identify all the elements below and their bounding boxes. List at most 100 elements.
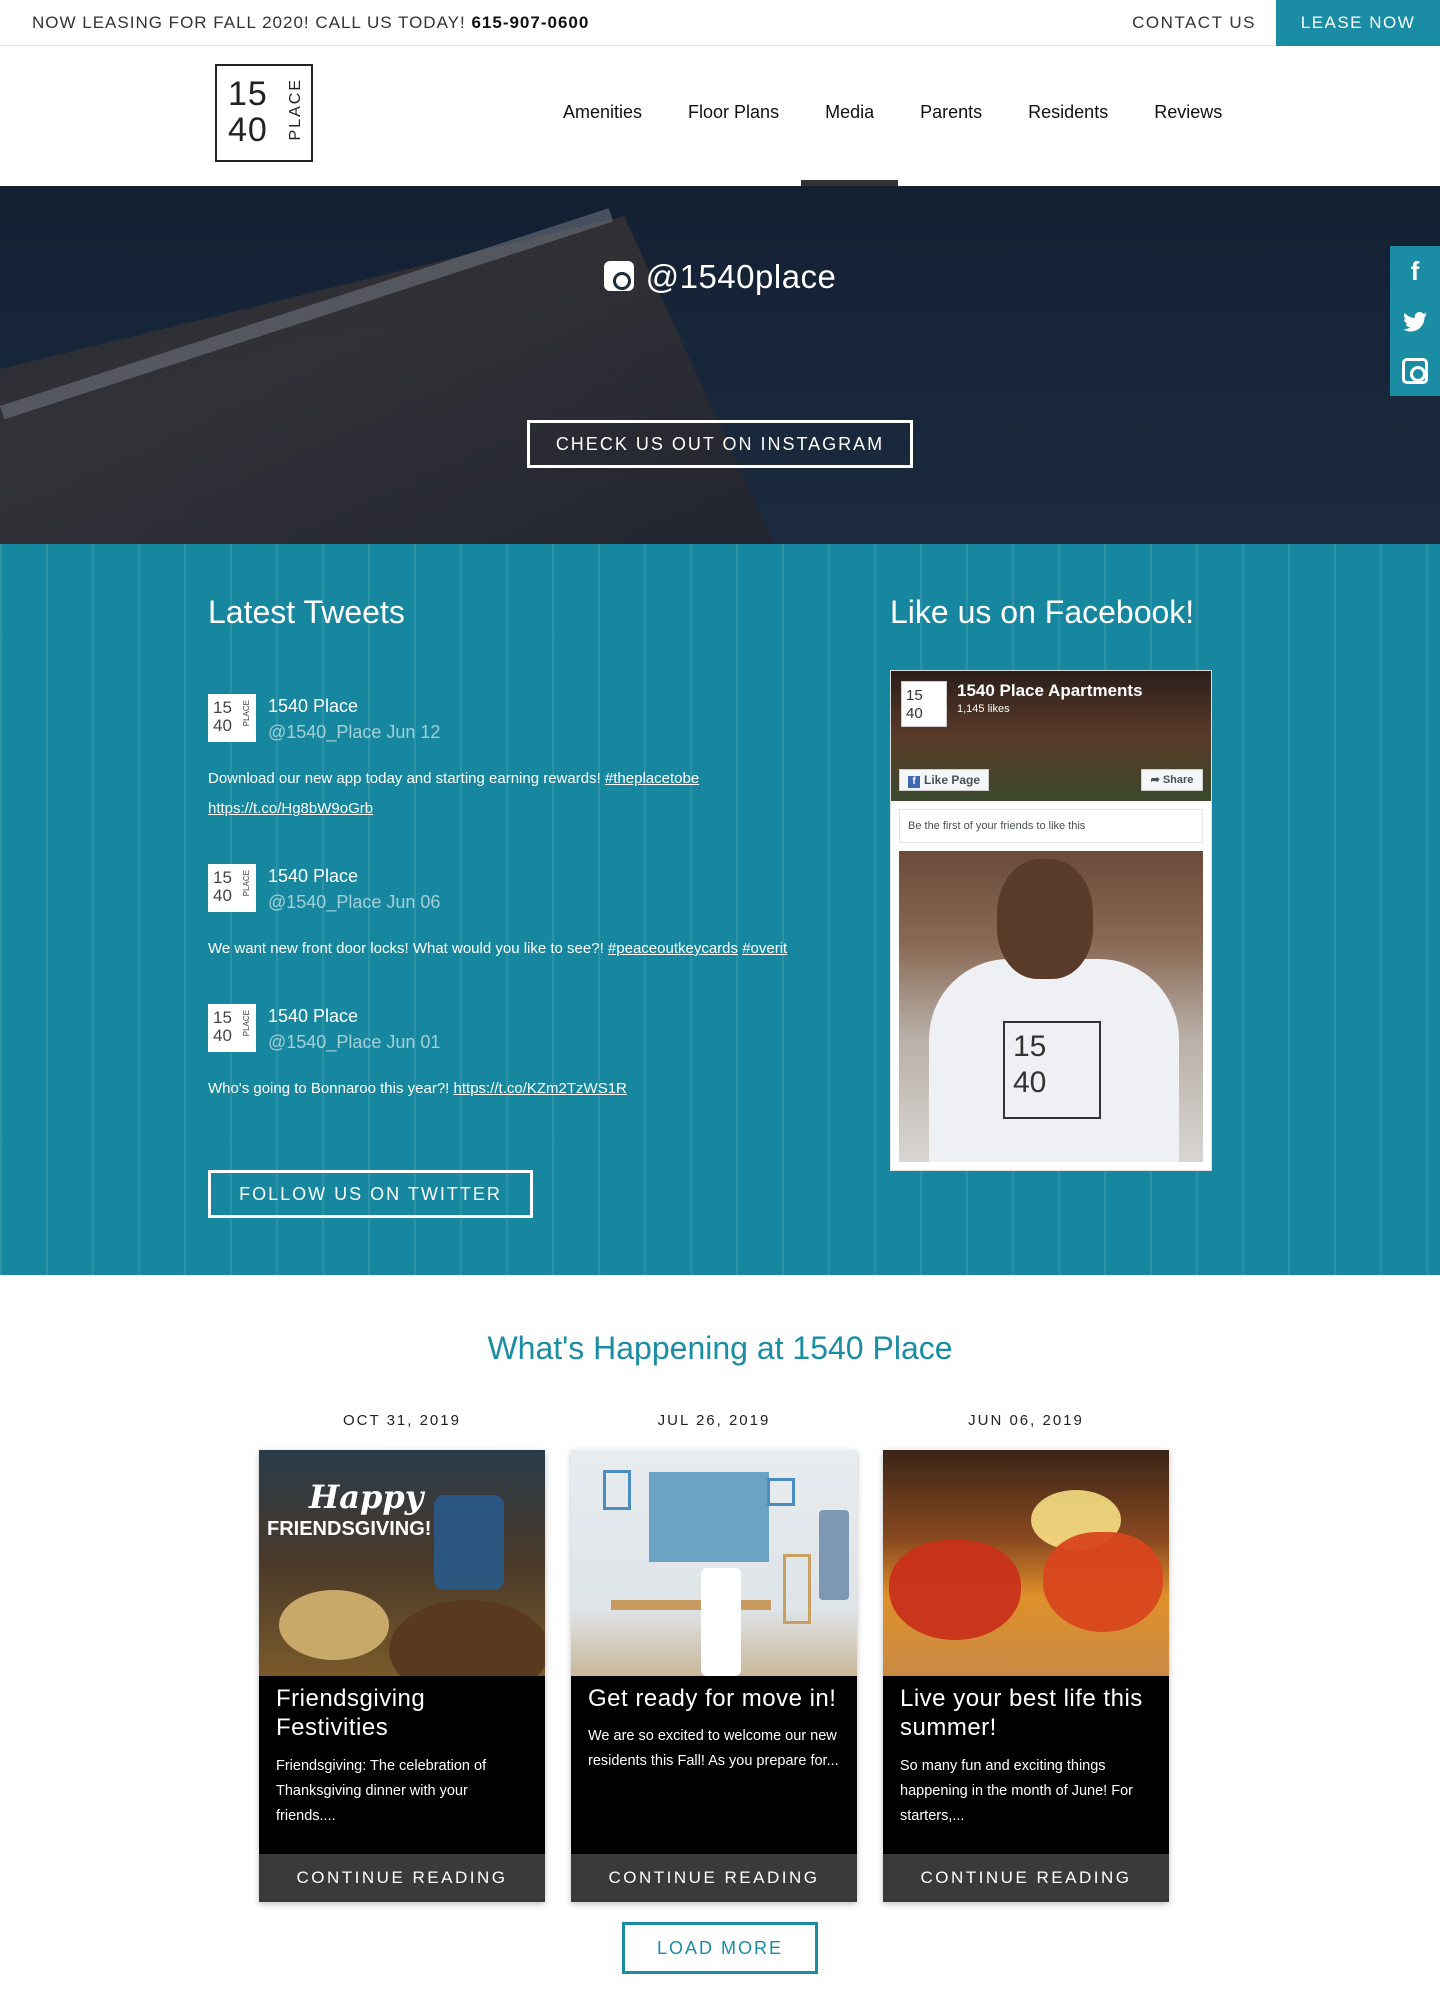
- image-glass: [434, 1495, 504, 1590]
- facebook-likes: 1,145 likes: [957, 703, 1010, 715]
- nav-item-amenities[interactable]: Amenities: [563, 46, 642, 186]
- avatar-word: PLACE: [242, 700, 251, 727]
- nav-item-residents[interactable]: Residents: [1028, 46, 1108, 186]
- post-excerpt: We are so excited to welcome our new res…: [588, 1728, 839, 1769]
- image-world-map: [649, 1472, 769, 1562]
- logo-line2: 40: [228, 111, 268, 149]
- shirt-logo: 15 40: [1003, 1021, 1101, 1119]
- image-bowl: [389, 1600, 545, 1676]
- continue-reading-button[interactable]: CONTINUE READING: [259, 1854, 545, 1902]
- facebook-widget: 15 40 1540 Place Apartments 1,145 likes f…: [890, 670, 1212, 1171]
- facebook-friends-text: Be the first of your friends to like thi…: [899, 809, 1203, 843]
- instagram-button[interactable]: CHECK US OUT ON INSTAGRAM: [527, 420, 913, 468]
- avatar-line2: 40: [213, 716, 232, 735]
- share-arrow-icon: ➦: [1150, 774, 1163, 786]
- tweet-text: We want new front door locks! What would…: [208, 934, 848, 964]
- tweet-avatar[interactable]: 15 40 PLACE: [208, 694, 256, 742]
- top-bar: NOW LEASING FOR FALL 2020! CALL US TODAY…: [0, 0, 1440, 46]
- avatar-word: PLACE: [242, 870, 251, 897]
- facebook-small-icon: f: [908, 776, 920, 788]
- tweet-meta: @1540_Place Jun 01: [268, 1032, 441, 1052]
- post-image[interactable]: [571, 1450, 857, 1676]
- site-logo[interactable]: 15 40 PLACE: [215, 64, 313, 162]
- facebook-like-page-button[interactable]: f Like Page: [899, 769, 989, 791]
- facebook-share-button[interactable]: ➦ Share: [1141, 769, 1203, 791]
- main-nav: Amenities Floor Plans Media Parents Resi…: [540, 46, 1245, 186]
- tweet-avatar[interactable]: 15 40 PLACE: [208, 1004, 256, 1052]
- logo-word: PLACE: [287, 78, 304, 141]
- image-frame: [767, 1478, 795, 1506]
- post-title[interactable]: Friendsgiving Festivities: [276, 1684, 536, 1742]
- instagram-handle: @1540place: [0, 258, 1440, 296]
- avatar-line2: 40: [213, 1026, 232, 1045]
- post-card[interactable]: Live your best life this summer! So many…: [883, 1450, 1169, 1902]
- facebook-icon[interactable]: f: [1390, 246, 1440, 296]
- post-title[interactable]: Get ready for move in!: [588, 1684, 848, 1713]
- twitter-icon[interactable]: [1390, 296, 1440, 346]
- image-frame: [603, 1470, 631, 1510]
- nav-item-reviews[interactable]: Reviews: [1154, 46, 1222, 186]
- post-image[interactable]: [883, 1450, 1169, 1676]
- avatar-line1: 15: [213, 698, 232, 717]
- share-label: Share: [1162, 774, 1194, 786]
- post-image[interactable]: Happy FRIENDSGIVING!: [259, 1450, 545, 1676]
- post-excerpt: Friendsgiving: The celebration of Thanks…: [276, 1758, 487, 1824]
- tweet-author[interactable]: 1540 Place: [268, 696, 358, 717]
- social-section: Latest Tweets Like us on Facebook! 15 40 P…: [0, 544, 1440, 1275]
- nav-item-floor-plans[interactable]: Floor Plans: [688, 46, 779, 186]
- post-date: JUL 26, 2019: [657, 1412, 771, 1429]
- facebook-cover-image: 15 40 1540 Place Apartments 1,145 likes f…: [891, 671, 1211, 801]
- post-title[interactable]: Live your best life this summer!: [900, 1684, 1160, 1742]
- post-card[interactable]: Get ready for move in! We are so excited…: [571, 1450, 857, 1902]
- hero-overlay: [0, 186, 1440, 544]
- nav-item-media[interactable]: Media: [801, 46, 899, 186]
- tweet-hashtag-link[interactable]: #peaceoutkeycards: [608, 940, 738, 957]
- shirt-logo-line2: 40: [1013, 1066, 1047, 1099]
- instagram-icon-side[interactable]: [1390, 358, 1440, 408]
- tweet-url-link[interactable]: https://t.co/Hg8bW9oGrb: [208, 800, 373, 817]
- image-text-happy: Happy: [309, 1478, 424, 1516]
- tweet-author[interactable]: 1540 Place: [268, 866, 358, 887]
- tweet-avatar[interactable]: 15 40 PLACE: [208, 864, 256, 912]
- facebook-post-photo[interactable]: 15 40: [899, 851, 1203, 1162]
- instagram-icon: [603, 261, 634, 291]
- social-sidebar: f: [1390, 246, 1440, 396]
- continue-reading-button[interactable]: CONTINUE READING: [571, 1854, 857, 1902]
- phone-link[interactable]: 615-907-0600: [471, 13, 589, 32]
- tweet-author[interactable]: 1540 Place: [268, 1006, 358, 1027]
- fb-logo-line1: 15: [906, 687, 923, 704]
- image-desk: [611, 1600, 771, 1610]
- lease-now-button[interactable]: LEASE NOW: [1276, 0, 1440, 46]
- image-chair: [701, 1568, 741, 1676]
- load-more-button[interactable]: LOAD MORE: [622, 1922, 818, 1974]
- image-frame: [783, 1554, 811, 1624]
- post-date: JUN 06, 2019: [968, 1412, 1084, 1429]
- image-text-friendsgiving: FRIENDSGIVING!: [267, 1518, 432, 1540]
- latest-tweets-heading: Latest Tweets: [208, 594, 405, 630]
- image-sunglasses-lens: [1043, 1532, 1163, 1632]
- follow-twitter-button[interactable]: FOLLOW US ON TWITTER: [208, 1170, 533, 1218]
- nav-item-parents[interactable]: Parents: [920, 46, 982, 186]
- tweet-text: Who's going to Bonnaroo this year?! http…: [208, 1074, 848, 1104]
- logo-line1: 15: [228, 75, 268, 113]
- image-hanging-shirt: [819, 1510, 849, 1600]
- avatar-line1: 15: [213, 868, 232, 887]
- tweet-url-link[interactable]: https://t.co/KZm2TzWS1R: [454, 1080, 627, 1097]
- facebook-page-name[interactable]: 1540 Place Apartments: [957, 681, 1143, 701]
- tweet-hashtag-link[interactable]: #theplacetobe: [605, 770, 699, 787]
- post-date: OCT 31, 2019: [343, 1412, 461, 1429]
- contact-us-link[interactable]: CONTACT US: [1132, 0, 1256, 46]
- facebook-page-logo[interactable]: 15 40: [901, 681, 947, 727]
- tweet-hashtag-link[interactable]: #overit: [742, 940, 787, 957]
- leasing-announcement: NOW LEASING FOR FALL 2020! CALL US TODAY…: [32, 0, 589, 46]
- tweet-body: Who's going to Bonnaroo this year?!: [208, 1080, 450, 1097]
- continue-reading-button[interactable]: CONTINUE READING: [883, 1854, 1169, 1902]
- tweet-body: Download our new app today and starting …: [208, 770, 601, 787]
- avatar-line1: 15: [213, 1008, 232, 1027]
- image-sunglasses-lens: [889, 1540, 1021, 1640]
- news-heading: What's Happening at 1540 Place: [487, 1330, 953, 1366]
- tweet-text: Download our new app today and starting …: [208, 764, 848, 824]
- tweet-body: We want new front door locks! What would…: [208, 940, 604, 957]
- post-card[interactable]: Happy FRIENDSGIVING! Friendsgiving Festi…: [259, 1450, 545, 1902]
- avatar-line2: 40: [213, 886, 232, 905]
